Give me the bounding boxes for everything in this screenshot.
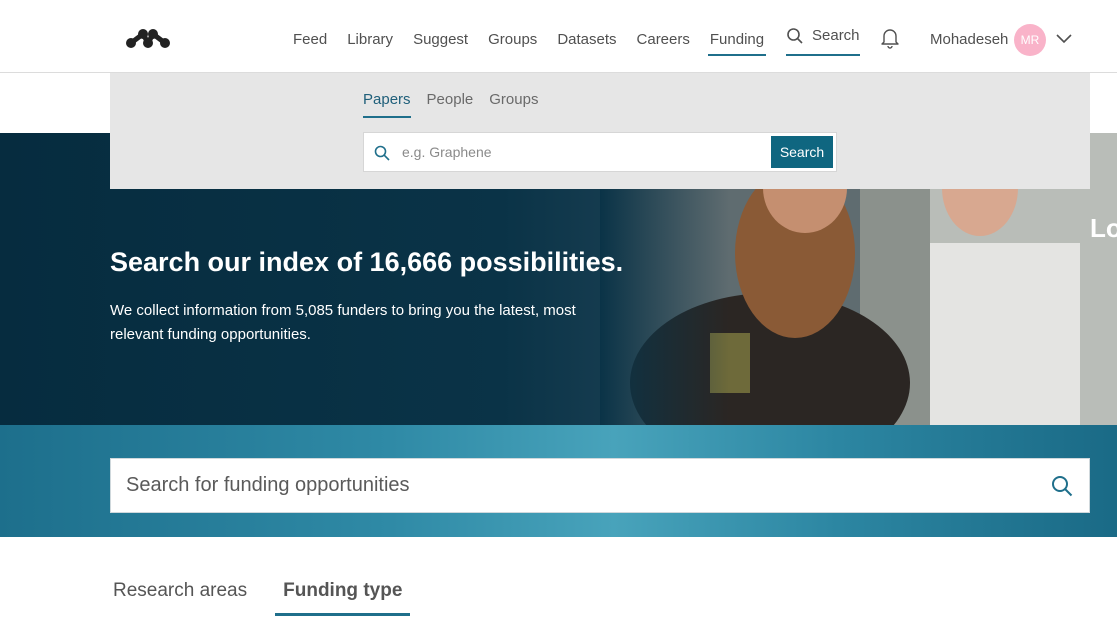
top-header: Feed Library Suggest Groups Datasets Car… [0, 0, 1117, 73]
tab-research-areas[interactable]: Research areas [113, 580, 247, 616]
mendeley-logo-icon[interactable] [125, 24, 171, 50]
search-icon [787, 28, 803, 44]
search-icon [374, 145, 390, 161]
nav-item-careers[interactable]: Careers [637, 0, 690, 72]
avatar[interactable]: MR [1014, 24, 1046, 56]
user-name[interactable]: Mohadeseh [930, 31, 1008, 48]
nav-item-feed[interactable]: Feed [293, 0, 327, 72]
funding-search-input[interactable] [126, 459, 1026, 512]
hero-edge-text: Lo [1090, 213, 1117, 243]
nav-item-suggest[interactable]: Suggest [413, 0, 468, 72]
search-box: Search [363, 132, 837, 172]
chevron-down-icon[interactable] [1056, 34, 1072, 44]
tab-papers[interactable]: Papers [363, 91, 411, 118]
search-button[interactable]: Search [771, 136, 833, 168]
filter-tabs: Research areas Funding type [113, 580, 438, 616]
nav-item-groups[interactable]: Groups [488, 0, 537, 72]
search-dropdown-panel: Papers People Groups Search [110, 73, 1090, 189]
nav-item-datasets[interactable]: Datasets [557, 0, 616, 72]
nav-item-library[interactable]: Library [347, 0, 393, 72]
search-type-tabs: Papers People Groups [363, 91, 554, 118]
nav-search-label: Search [812, 27, 860, 44]
tab-funding-type[interactable]: Funding type [275, 580, 411, 616]
search-input[interactable] [402, 133, 762, 171]
funding-search-band [0, 425, 1117, 537]
hero-title: Search our index of 16,666 possibilities… [110, 247, 624, 277]
nav-search-button[interactable]: Search [786, 0, 860, 72]
bell-icon[interactable] [880, 27, 900, 49]
search-icon[interactable] [1051, 475, 1073, 497]
tab-people[interactable]: People [427, 91, 474, 118]
hero-subtitle: We collect information from 5,085 funder… [110, 302, 576, 343]
main-nav: Feed Library Suggest Groups Datasets Car… [283, 0, 774, 72]
page: Feed Library Suggest Groups Datasets Car… [0, 0, 1117, 633]
tab-groups[interactable]: Groups [489, 91, 538, 118]
nav-item-funding[interactable]: Funding [707, 0, 767, 72]
funding-search-box [110, 458, 1090, 513]
